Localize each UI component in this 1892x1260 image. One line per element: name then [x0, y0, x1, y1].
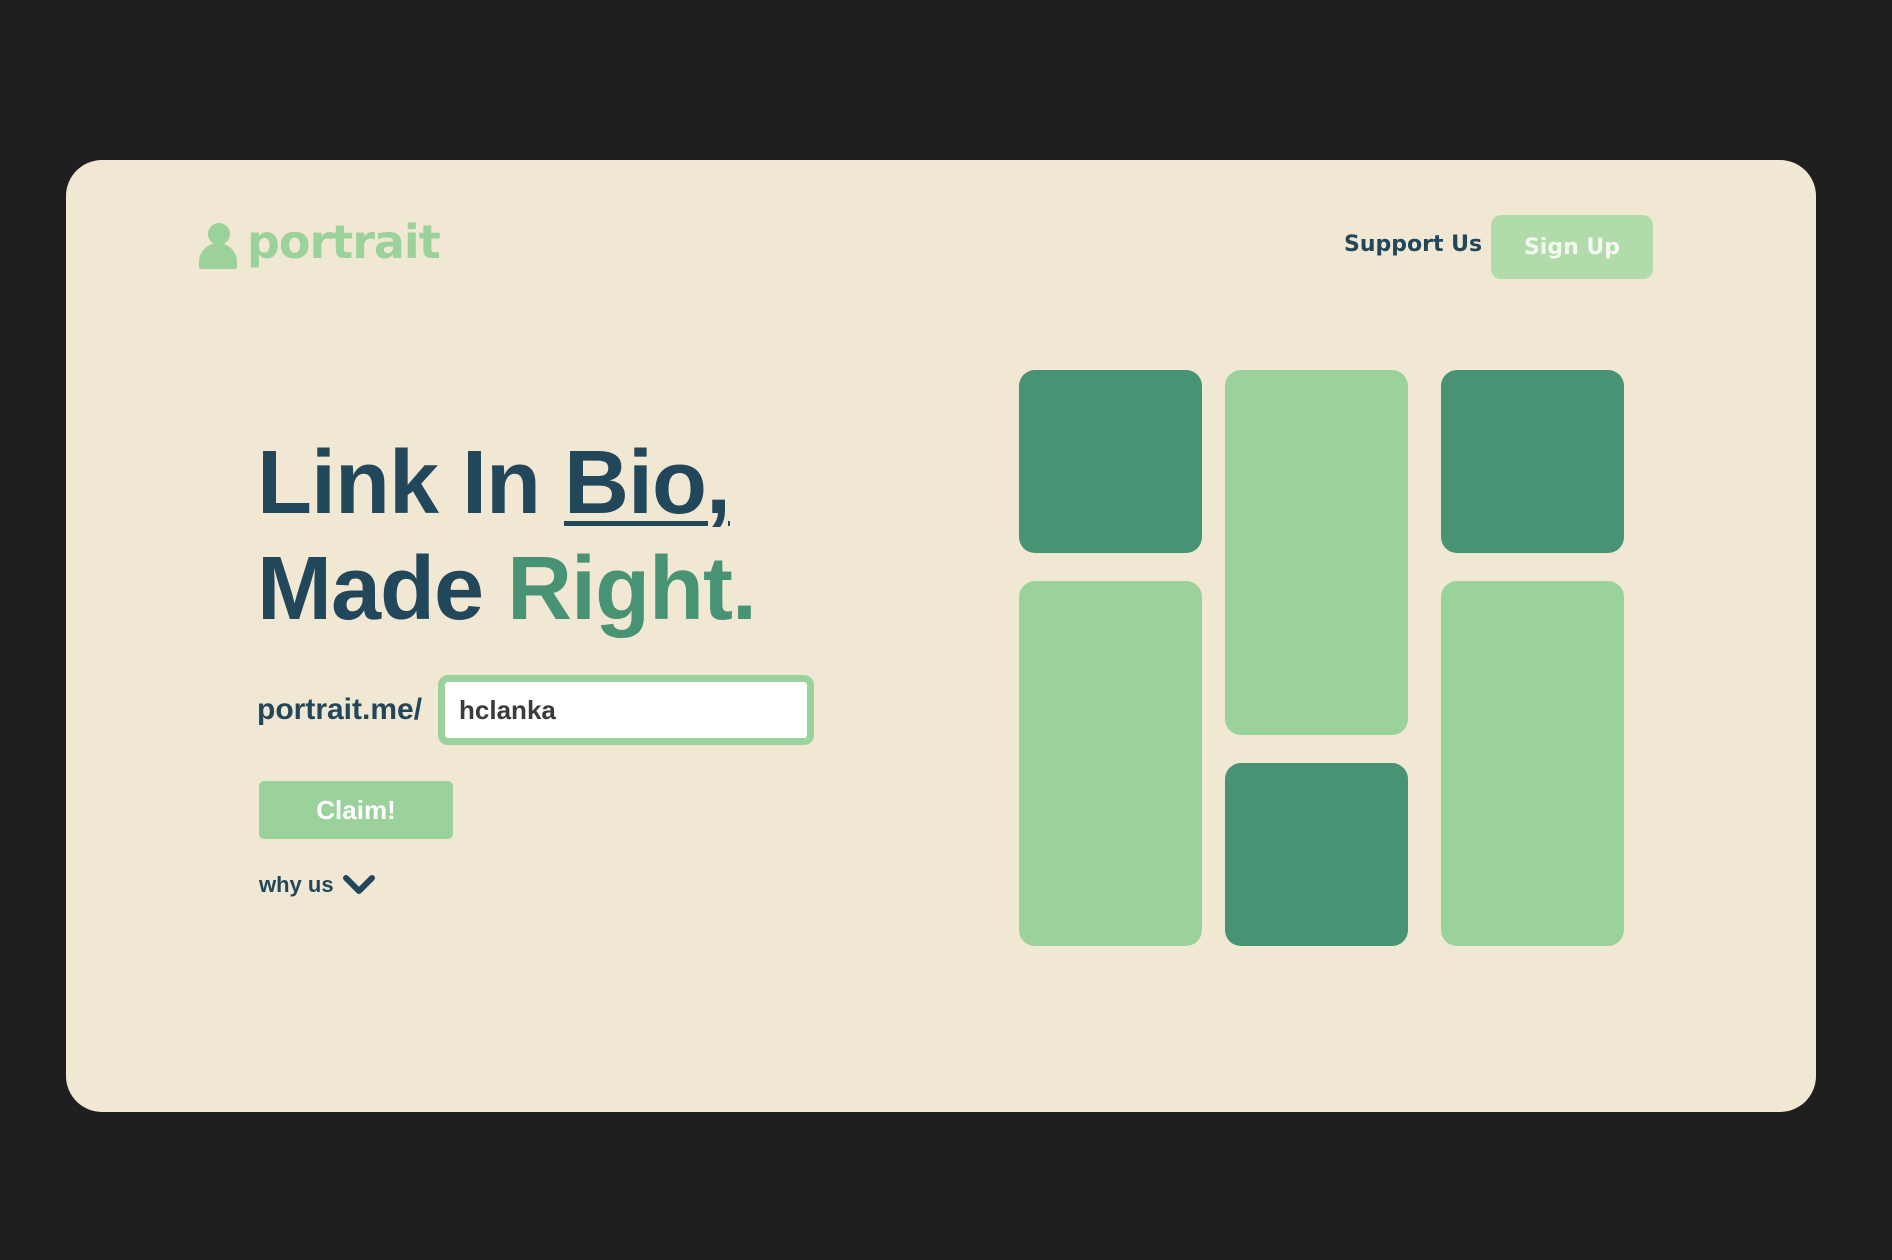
- headline-part: Made: [257, 539, 508, 639]
- tile-dark: [1441, 370, 1624, 553]
- person-icon: [199, 223, 237, 269]
- tile-dark: [1019, 370, 1202, 553]
- tile-light: [1441, 581, 1624, 946]
- headline-accent-word: Right.: [507, 539, 757, 639]
- tile-dark: [1225, 763, 1408, 946]
- why-us-label: why us: [259, 872, 334, 897]
- page-title: Link In Bio, Made Right.: [257, 430, 757, 642]
- headline-underlined-word: Bio,: [564, 433, 731, 533]
- headline-part: Link In: [257, 433, 564, 533]
- username-input[interactable]: [438, 675, 815, 745]
- sign-up-button[interactable]: Sign Up: [1491, 215, 1653, 279]
- tile-light: [1225, 370, 1408, 735]
- chevron-down-icon: [342, 874, 376, 896]
- tile-light: [1019, 581, 1202, 946]
- logo[interactable]: portrait: [199, 212, 441, 272]
- why-us-toggle[interactable]: why us: [259, 872, 376, 898]
- claim-form: portrait.me/: [257, 675, 815, 745]
- claim-button[interactable]: Claim!: [259, 781, 453, 839]
- logo-text: portrait: [247, 215, 441, 269]
- support-us-link[interactable]: Support Us: [1344, 232, 1482, 257]
- url-prefix: portrait.me/: [257, 693, 423, 726]
- landing-card: portrait Support Us Sign Up Link In Bio,…: [66, 160, 1816, 1112]
